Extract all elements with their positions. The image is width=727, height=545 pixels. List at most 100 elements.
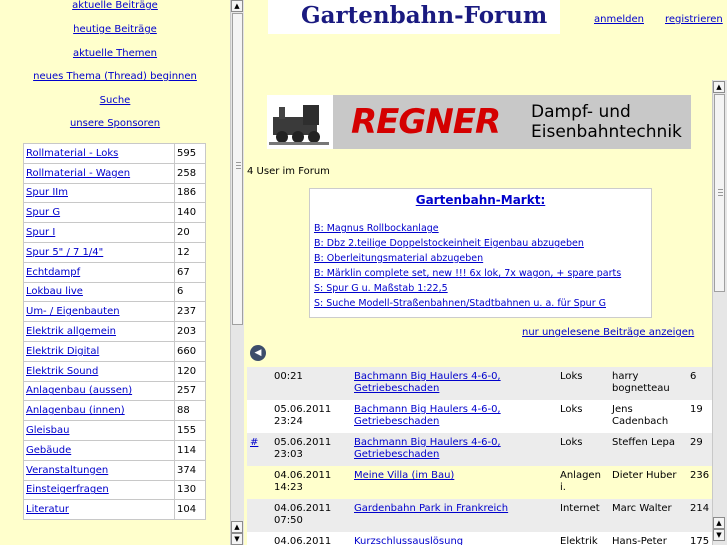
thread-user-line2: Cadenbach [612, 416, 669, 427]
unread-only-link[interactable]: nur ungelesene Beiträge anzeigen [522, 327, 694, 338]
category-link[interactable]: Spur 5" / 7 1/4" [26, 247, 103, 258]
market-item[interactable]: B: Oberleitungsmaterial abzugeben [314, 253, 483, 264]
category-cell: Elektrik Sound [23, 360, 175, 382]
thread-title[interactable]: Bachmann Big Haulers 4-6-0, Getriebeschad… [354, 371, 544, 395]
thread-row: 04.06.2011 07:50 Gardenbahn Park in Frankr… [247, 499, 712, 532]
scroll-up-icon[interactable]: ▲ [231, 521, 243, 533]
thread-user: Steffen Lepa [612, 437, 682, 449]
category-link[interactable]: Literatur [26, 504, 69, 515]
thread-row: #05.06.2011 23:03 Bachmann Big Haulers 4-6… [247, 433, 712, 466]
thread-title-line1[interactable]: Bachmann Big Haulers 4-6-0, [354, 404, 544, 416]
nav-sponsors[interactable]: unsere Sponsoren [0, 118, 230, 129]
category-cell: Anlagenbau (innen) [23, 400, 175, 422]
nav-current-topics[interactable]: aktuelle Themen [0, 48, 230, 59]
nav-today-posts[interactable]: heutige Beiträge [0, 24, 230, 35]
category-link[interactable]: Lokbau live [26, 286, 83, 297]
category-link[interactable]: Gebäude [26, 445, 71, 456]
login-link[interactable]: anmelden [594, 14, 644, 25]
thread-title-line1[interactable]: Bachmann Big Haulers 4-6-0, [354, 371, 544, 383]
market-item[interactable]: B: Dbz 2.teilige Doppelstockeinheit Eige… [314, 238, 584, 249]
nav-new-thread[interactable]: neues Thema (Thread) beginnen [0, 71, 230, 82]
category-count: 104 [174, 499, 206, 521]
scroll-up-icon[interactable]: ▲ [713, 81, 725, 93]
market-item[interactable]: S: Spur G u. Maßstab 1:22,5 [314, 283, 448, 294]
main-frame: REGNER Dampf- und Eisenbahntechnik 4 Use… [246, 80, 712, 545]
category-link[interactable]: Elektrik Sound [26, 366, 98, 377]
category-row: Um- / Eigenbauten 237 [23, 301, 206, 323]
thread-title-line1[interactable]: Meine Villa (im Bau) [354, 470, 544, 482]
thread-title-line2[interactable]: Getriebeschaden [354, 449, 544, 461]
category-row: Rollmaterial - Wagen 258 [23, 162, 206, 184]
thread-date-line1: 04.06.2011 [274, 470, 332, 481]
market-item[interactable]: B: Magnus Rollbockanlage [314, 223, 439, 234]
category-count: 130 [174, 479, 206, 501]
left-scrollbar[interactable]: ▲ ▲ ▼ [230, 0, 244, 545]
thread-title[interactable]: Meine Villa (im Bau) [354, 470, 544, 482]
thread-title[interactable]: Gardenbahn Park in Frankreich [354, 503, 544, 515]
category-row: Spur IIm 186 [23, 182, 206, 204]
left-scrollbar-thumb[interactable] [232, 13, 243, 325]
category-count: 595 [174, 143, 206, 164]
category-cell: Spur G [23, 202, 175, 224]
thread-category: Loks [560, 404, 604, 416]
thread-date-line1: 04.06.2011 [274, 536, 332, 545]
thread-date: 04.06.2011 [274, 536, 344, 545]
thread-mark[interactable]: # [250, 437, 258, 449]
category-link[interactable]: Anlagenbau (aussen) [26, 385, 132, 396]
thread-title-line1[interactable]: Kurzschlussauslösung [354, 536, 544, 545]
sponsor-banner[interactable]: REGNER Dampf- und Eisenbahntechnik [267, 95, 691, 149]
market-item[interactable]: S: Suche Modell-Straßenbahnen/Stadtbahne… [314, 298, 606, 309]
thread-title-line1[interactable]: Bachmann Big Haulers 4-6-0, [354, 437, 544, 449]
nav-search[interactable]: Suche [0, 95, 230, 106]
thread-title[interactable]: Bachmann Big Haulers 4-6-0, Getriebeschad… [354, 404, 544, 428]
category-link[interactable]: Elektrik allgemein [26, 326, 116, 337]
thread-list: ◀ 00:21 Bachmann Big Haulers 4-6-0, Getrie… [247, 341, 712, 545]
category-row: Spur I 20 [23, 222, 206, 243]
thread-category: Loks [560, 371, 604, 383]
thread-row: 00:21 Bachmann Big Haulers 4-6-0, Getriebe… [247, 367, 712, 400]
category-cell: Literatur [23, 499, 175, 521]
thread-category: Loks [560, 437, 604, 449]
site-title: Gartenbahn-Forum [301, 2, 548, 29]
category-link[interactable]: Gleisbau [26, 425, 69, 436]
back-arrow-icon[interactable]: ◀ [250, 345, 266, 361]
category-link[interactable]: Einsteigerfragen [26, 484, 109, 495]
category-link[interactable]: Rollmaterial - Loks [26, 148, 118, 159]
category-link[interactable]: Um- / Eigenbauten [26, 306, 120, 317]
thread-user-line1: Hans-Peter [612, 536, 667, 545]
thread-user-line1: Steffen Lepa [612, 437, 676, 448]
register-link[interactable]: registrieren [665, 14, 723, 25]
thread-date: 04.06.2011 07:50 [274, 503, 344, 527]
thread-category-line1: Elektrik [560, 536, 598, 545]
banner-brand: REGNER [351, 102, 501, 142]
thread-category-line2: i. [560, 482, 566, 493]
category-link[interactable]: Anlagenbau (innen) [26, 405, 125, 416]
main-scrollbar-thumb[interactable] [714, 94, 725, 292]
thread-category-line1: Loks [560, 371, 583, 382]
thread-title-line2[interactable]: Getriebeschaden [354, 416, 544, 428]
thread-title-line2[interactable]: Getriebeschaden [354, 383, 544, 395]
thread-date-line2: 14:23 [274, 482, 303, 493]
category-link[interactable]: Elektrik Digital [26, 346, 99, 357]
market-title[interactable]: Gartenbahn-Markt: [310, 193, 651, 207]
category-link[interactable]: Veranstaltungen [26, 465, 108, 476]
scroll-down-icon[interactable]: ▼ [713, 529, 725, 541]
scroll-up-icon[interactable]: ▲ [231, 0, 243, 12]
category-link[interactable]: Spur I [26, 227, 55, 238]
thread-title-line1[interactable]: Gardenbahn Park in Frankreich [354, 503, 544, 515]
category-count: 12 [174, 241, 206, 263]
scroll-up-icon[interactable]: ▲ [713, 517, 725, 529]
thread-category-line1: Anlagen [560, 470, 601, 481]
category-count: 140 [174, 202, 206, 224]
category-link[interactable]: Spur G [26, 207, 60, 218]
category-link[interactable]: Echtdampf [26, 267, 80, 278]
thread-title[interactable]: Kurzschlussauslösung [354, 536, 544, 545]
thread-title[interactable]: Bachmann Big Haulers 4-6-0, Getriebeschad… [354, 437, 544, 461]
scroll-down-icon[interactable]: ▼ [231, 533, 243, 545]
nav-current-posts[interactable]: aktuelle Beiträge [0, 0, 230, 11]
category-count: 258 [174, 162, 206, 184]
category-link[interactable]: Spur IIm [26, 187, 68, 198]
category-link[interactable]: Rollmaterial - Wagen [26, 168, 130, 179]
market-item[interactable]: B: Märklin complete set, new !!! 6x lok,… [314, 268, 621, 279]
main-scrollbar[interactable]: ▲ ▲ ▼ [712, 80, 727, 545]
